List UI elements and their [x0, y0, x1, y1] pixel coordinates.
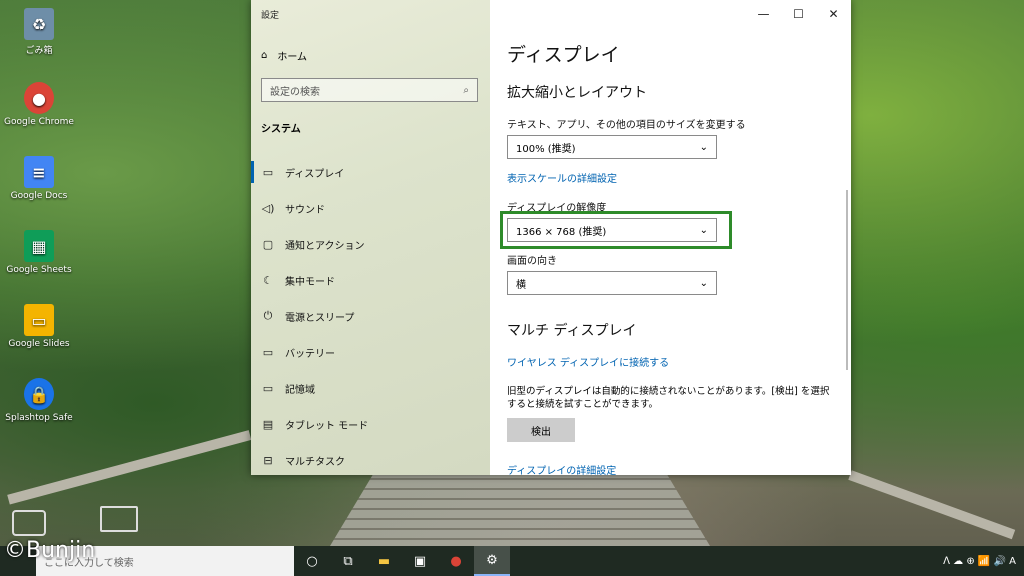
desktop-icon-slides[interactable]: ▭ Google Slides: [4, 304, 74, 349]
tablet-icon: ▤: [262, 417, 274, 431]
settings-taskbar-icon[interactable]: ⚙: [474, 546, 510, 576]
sidebar-item-multitask[interactable]: ⊟ マルチタスク: [251, 442, 490, 475]
detect-description: 旧型のディスプレイは自動的に接続されないことがあります。[検出] を選択すると接…: [507, 386, 830, 410]
display-icon: ▭: [262, 165, 274, 179]
docs-icon: ≡: [24, 156, 54, 188]
advanced-display-link[interactable]: ディスプレイの詳細設定: [507, 462, 616, 475]
minimize-button[interactable]: —: [746, 0, 781, 28]
sidebar-item-storage[interactable]: ▭ 記憶域: [251, 370, 490, 406]
sidebar-item-focus[interactable]: ☾ 集中モード: [251, 262, 490, 298]
sidebar-item-label: 通知とアクション: [285, 240, 365, 252]
recycle-bin-icon: ♻: [24, 8, 54, 40]
desktop-icon-label: Splashtop Safe: [5, 413, 73, 423]
section-title: システム: [261, 124, 301, 135]
sidebar-item-sound[interactable]: ◁) サウンド: [251, 190, 490, 226]
multitask-icon: ⊟: [263, 453, 273, 467]
chrome-taskbar-icon[interactable]: ●: [438, 546, 474, 576]
page-title: ディスプレイ: [507, 44, 620, 66]
desktop-icon-label: Google Slides: [8, 339, 70, 349]
speaker-icon: ◁): [261, 201, 275, 215]
desktop-icon-splashtop[interactable]: 🔒 Splashtop Safe: [4, 378, 74, 423]
sidebar-item-notifications[interactable]: ▢ 通知とアクション: [251, 226, 490, 262]
system-tray[interactable]: ᐱ ☁ ⊕ 📶 🔊 A: [943, 546, 1016, 576]
sidebar-item-label: バッテリー: [285, 348, 335, 360]
advanced-scaling-link[interactable]: 表示スケールの詳細設定: [507, 170, 617, 185]
lock-icon: 🔒: [24, 378, 54, 410]
sidebar-item-label: サウンド: [285, 204, 325, 216]
file-explorer-icon[interactable]: ▬: [366, 546, 402, 576]
orientation-value: 横: [516, 279, 526, 291]
battery-icon: ▭: [262, 345, 274, 359]
notification-icon: ▢: [262, 237, 274, 251]
laptop-icon: [100, 506, 138, 532]
camera-icon: [12, 510, 46, 536]
text-size-label: テキスト、アプリ、その他の項目のサイズを変更する: [507, 120, 746, 131]
sidebar-item-power[interactable]: ⏻ 電源とスリープ: [251, 298, 490, 334]
resolution-value: 1366 × 768 (推奨): [516, 226, 607, 238]
window-title: 設定: [261, 11, 280, 21]
task-view-icon[interactable]: ⧉: [330, 546, 366, 576]
power-icon: ⏻: [263, 309, 273, 322]
desktop-icon-sheets[interactable]: ▦ Google Sheets: [4, 230, 74, 275]
sidebar-item-label: 電源とスリープ: [285, 312, 355, 324]
wireless-display-link[interactable]: ワイヤレス ディスプレイに接続する: [507, 354, 669, 369]
settings-sidebar: 設定 ⌂ ホーム 設定の検索 ⌕ システム ▭ ディスプレイ ◁) サウンド ▢…: [251, 0, 490, 475]
settings-window: 設定 ⌂ ホーム 設定の検索 ⌕ システム ▭ ディスプレイ ◁) サウンド ▢…: [251, 0, 851, 475]
settings-main: — ☐ ✕ ディスプレイ 拡大縮小とレイアウト テキスト、アプリ、その他の項目の…: [490, 0, 851, 475]
store-icon[interactable]: ▣: [402, 546, 438, 576]
sidebar-item-tablet[interactable]: ▤ タブレット モード: [251, 406, 490, 442]
maximize-button[interactable]: ☐: [781, 0, 816, 28]
desktop-icon-label: Google Sheets: [6, 265, 72, 275]
desktop-icon-recycle-bin[interactable]: ♻ ごみ箱: [4, 8, 74, 56]
desktop-icon-chrome[interactable]: ● Google Chrome: [4, 82, 74, 127]
sidebar-item-label: ディスプレイ: [285, 168, 345, 180]
sidebar-item-display[interactable]: ▭ ディスプレイ: [251, 154, 490, 190]
railing-left: [7, 430, 252, 505]
text-size-dropdown[interactable]: 100% (推奨) ⌄: [507, 135, 717, 159]
chrome-icon: ●: [24, 82, 54, 114]
search-placeholder: 設定の検索: [270, 86, 320, 98]
desktop-icon-label: Google Chrome: [4, 117, 74, 127]
scrollbar[interactable]: [846, 190, 848, 370]
scale-section-title: 拡大縮小とレイアウト: [507, 85, 647, 101]
sidebar-item-label: マルチタスク: [285, 456, 345, 468]
tray-icons: ᐱ ☁ ⊕ 📶 🔊 A: [943, 555, 1016, 567]
watermark: ©Bunjin: [4, 538, 96, 563]
sidebar-item-battery[interactable]: ▭ バッテリー: [251, 334, 490, 370]
home-icon: ⌂: [261, 50, 268, 61]
settings-nav-list: ▭ ディスプレイ ◁) サウンド ▢ 通知とアクション ☾ 集中モード ⏻ 電源…: [251, 154, 490, 475]
window-caption-buttons: — ☐ ✕: [746, 0, 851, 28]
detect-button[interactable]: 検出: [507, 418, 575, 442]
settings-search-input[interactable]: 設定の検索 ⌕: [261, 78, 478, 102]
chevron-down-icon: ⌄: [699, 224, 708, 236]
desktop-icon-label: Google Docs: [10, 191, 68, 201]
slides-icon: ▭: [24, 304, 54, 336]
resolution-dropdown[interactable]: 1366 × 768 (推奨) ⌄: [507, 218, 717, 242]
storage-icon: ▭: [262, 381, 274, 395]
sheets-icon: ▦: [24, 230, 54, 262]
boardwalk-background: [330, 470, 710, 546]
cortana-icon[interactable]: ○: [294, 546, 330, 576]
sidebar-item-label: 集中モード: [285, 276, 335, 288]
desktop-icon-docs[interactable]: ≡ Google Docs: [4, 156, 74, 201]
nav-home-label: ホーム: [277, 52, 308, 63]
orientation-label: 画面の向き: [507, 256, 557, 267]
text-size-value: 100% (推奨): [516, 143, 576, 155]
desktop-icon-label: ごみ箱: [25, 46, 53, 56]
chevron-down-icon: ⌄: [699, 277, 708, 289]
nav-home[interactable]: ⌂ ホーム: [261, 48, 307, 63]
sidebar-item-label: 記憶域: [285, 384, 315, 396]
orientation-dropdown[interactable]: 横 ⌄: [507, 271, 717, 295]
chevron-down-icon: ⌄: [699, 141, 708, 153]
taskbar: ここに入力して検索 ○ ⧉ ▬ ▣ ● ⚙ ᐱ ☁ ⊕ 📶 🔊 A: [0, 546, 1024, 576]
moon-icon: ☾: [263, 273, 273, 287]
railing-right: [848, 470, 1016, 540]
search-icon: ⌕: [463, 84, 469, 96]
sidebar-item-label: タブレット モード: [285, 420, 369, 432]
multi-display-title: マルチ ディスプレイ: [507, 323, 637, 339]
close-button[interactable]: ✕: [816, 0, 851, 28]
